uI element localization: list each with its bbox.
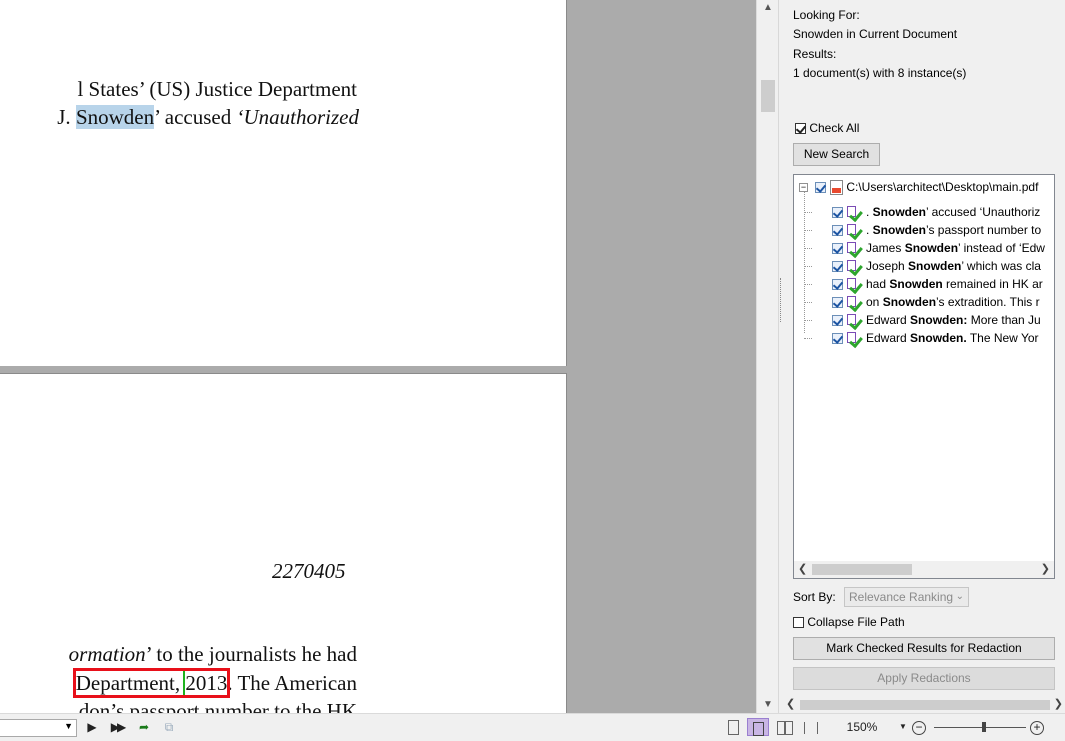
file-path: C:\Users\architect\Desktop\main.pdf xyxy=(846,180,1039,194)
apply-redactions-button[interactable]: Apply Redactions xyxy=(793,667,1055,690)
sort-by-select[interactable]: Relevance Ranking ⌄ xyxy=(844,587,969,607)
pdf-page-1: l States’ (US) Justice Department J. Sno… xyxy=(0,0,567,366)
scroll-right-arrow-icon[interactable]: ❯ xyxy=(1041,562,1050,575)
panel-scroll-thumb[interactable] xyxy=(800,700,1050,710)
collapse-file-path-label: Collapse File Path xyxy=(807,615,905,629)
document-vertical-scrollbar[interactable]: ▲ ▼ xyxy=(756,0,779,713)
results-summary: 1 document(s) with 8 instance(s) xyxy=(793,66,967,80)
page2-line-1: ormation’ to the journalists he had xyxy=(68,642,357,666)
mark-for-redaction-button[interactable]: Mark Checked Results for Redaction xyxy=(793,637,1055,660)
next-page-icon[interactable]: ▶ xyxy=(85,718,99,736)
looking-for-value: Snowden in Current Document xyxy=(793,27,958,41)
result-row[interactable]: on Snowden’s extradition. This r xyxy=(832,293,1040,312)
search-hit-box[interactable]: 2013 xyxy=(183,669,230,697)
result-checkbox[interactable] xyxy=(832,207,843,219)
zoom-slider[interactable] xyxy=(934,722,1026,732)
document-view[interactable]: l States’ (US) Justice Department J. Sno… xyxy=(0,0,756,713)
check-all-checkbox[interactable]: Check All xyxy=(795,121,859,135)
collapse-tree-icon[interactable]: − xyxy=(799,183,808,193)
file-checkbox[interactable] xyxy=(815,182,827,194)
result-row[interactable]: Edward Snowden: More than Ju xyxy=(832,311,1041,330)
zoom-dropdown-icon[interactable]: ▼ xyxy=(898,718,908,736)
single-page-view-icon[interactable] xyxy=(724,718,742,736)
page1-line-2: J. Snowden’ accused ‘Unauthorized xyxy=(57,105,359,129)
result-checkbox[interactable] xyxy=(832,333,843,345)
search-result-icon xyxy=(847,295,863,312)
facing-view-icon[interactable] xyxy=(775,718,795,736)
page2-line-2: Department, 2013. The American xyxy=(72,668,357,698)
tree-scroll-thumb[interactable] xyxy=(812,564,912,575)
search-result-icon xyxy=(847,313,863,330)
scroll-down-arrow-icon[interactable]: ▼ xyxy=(757,697,779,713)
tree-horizontal-scrollbar[interactable]: ❮ ❯ xyxy=(794,561,1054,578)
collapse-file-path-checkbox[interactable]: Collapse File Path xyxy=(793,615,905,629)
scrollbar-thumb[interactable] xyxy=(761,80,775,112)
checkbox-unchecked-icon[interactable] xyxy=(793,617,804,629)
status-bar: ▼ ▶ ▶▶ ➦ ⧉ 150% ▼ − + xyxy=(0,713,1065,741)
result-checkbox[interactable] xyxy=(832,261,843,273)
zoom-out-icon[interactable]: − xyxy=(911,718,927,736)
zoom-level[interactable]: 150% xyxy=(838,718,886,736)
result-row[interactable]: Joseph Snowden’ which was cla xyxy=(832,257,1041,276)
checkbox-checked-icon[interactable] xyxy=(795,123,806,135)
result-checkbox[interactable] xyxy=(832,297,843,309)
sort-by-label: Sort By: xyxy=(793,590,836,604)
search-results-panel: Looking For: Snowden in Current Document… xyxy=(784,0,1065,713)
next-view-icon[interactable]: ⧉ xyxy=(160,718,178,736)
result-checkbox[interactable] xyxy=(832,243,843,255)
continuous-facing-view-icon[interactable] xyxy=(801,718,821,736)
scroll-left-arrow-icon[interactable]: ❮ xyxy=(786,697,795,710)
result-checkbox[interactable] xyxy=(832,225,843,237)
scroll-up-arrow-icon[interactable]: ▲ xyxy=(757,0,779,16)
page2-number: 2270405 xyxy=(272,559,346,583)
panel-horizontal-scrollbar[interactable]: ❮ ❯ xyxy=(784,697,1065,713)
continuous-view-icon[interactable] xyxy=(747,718,769,736)
result-checkbox[interactable] xyxy=(832,279,843,291)
page2-line-3: don’s passport number to the HK xyxy=(78,699,357,713)
zoom-slider-thumb[interactable] xyxy=(982,722,986,732)
page-number-combo[interactable]: ▼ xyxy=(0,719,77,737)
search-result-icon xyxy=(847,259,863,276)
pdf-page-2: 2270405 ormation’ to the journalists he … xyxy=(0,373,567,713)
sort-by-value: Relevance Ranking xyxy=(849,590,954,604)
looking-for-label: Looking For: xyxy=(793,8,860,22)
search-result-icon xyxy=(847,223,863,240)
result-row[interactable]: . Snowden’s passport number to xyxy=(832,221,1041,240)
result-row[interactable]: Edward Snowden. The New Yor xyxy=(832,329,1039,348)
splitter-grip-icon[interactable] xyxy=(780,278,783,322)
chevron-down-icon: ⌄ xyxy=(955,591,964,602)
result-row[interactable]: had Snowden remained in HK ar xyxy=(832,275,1043,294)
scroll-left-arrow-icon[interactable]: ❮ xyxy=(798,562,807,575)
result-row[interactable]: James Snowden’ instead of ‘Edw xyxy=(832,239,1045,258)
last-page-icon[interactable]: ▶▶ xyxy=(108,718,126,736)
zoom-in-icon[interactable]: + xyxy=(1029,718,1045,736)
search-hit-highlight[interactable]: Snowden xyxy=(75,105,155,129)
pdf-file-icon xyxy=(830,180,844,196)
chevron-down-icon[interactable]: ▼ xyxy=(64,721,73,731)
search-result-icon xyxy=(847,331,863,348)
results-label: Results: xyxy=(793,47,837,61)
previous-view-icon[interactable]: ➦ xyxy=(135,718,153,736)
search-result-icon xyxy=(847,205,863,222)
result-row[interactable]: . Snowden’ accused ‘Unauthoriz xyxy=(832,203,1040,222)
scroll-right-arrow-icon[interactable]: ❯ xyxy=(1054,697,1063,710)
result-checkbox[interactable] xyxy=(832,315,843,327)
page1-line-1: l States’ (US) Justice Department xyxy=(77,77,357,101)
new-search-button[interactable]: New Search xyxy=(793,143,880,166)
redaction-mark-box[interactable]: Department, 2013 xyxy=(72,668,231,698)
results-tree[interactable]: − C:\Users\architect\Desktop\main.pdf . … xyxy=(793,174,1055,579)
search-result-icon xyxy=(847,241,863,258)
check-all-label: Check All xyxy=(809,121,860,135)
search-result-icon xyxy=(847,277,863,294)
tree-root-file[interactable]: − C:\Users\architect\Desktop\main.pdf xyxy=(799,178,1038,196)
